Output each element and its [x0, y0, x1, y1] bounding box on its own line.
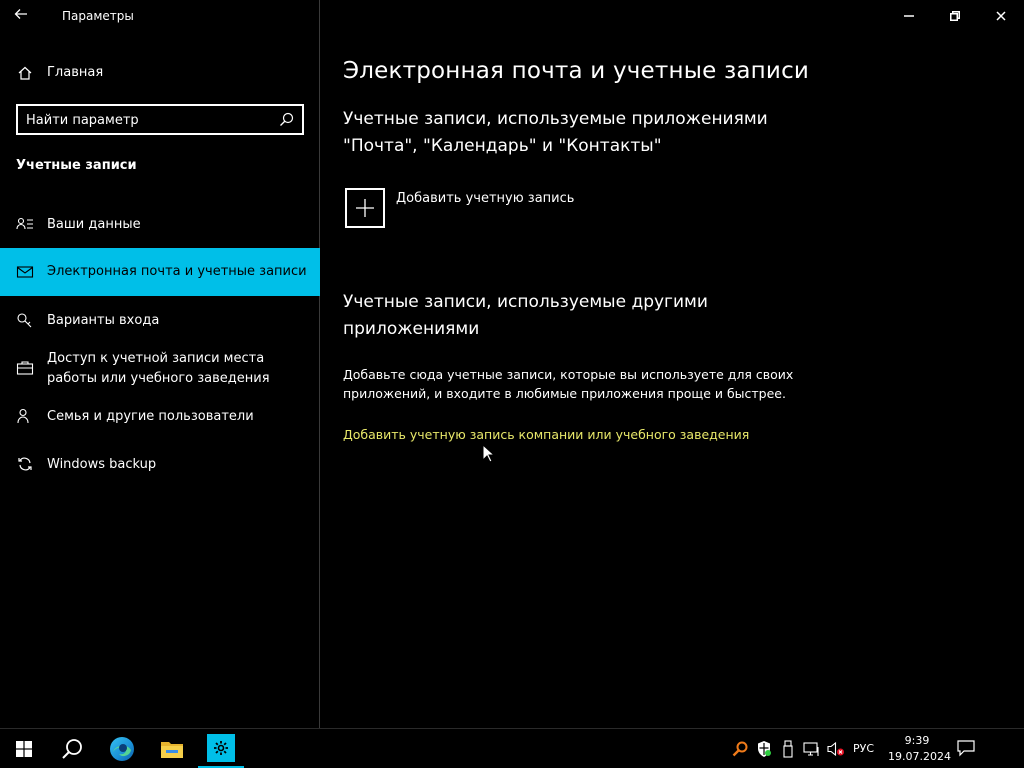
- briefcase-icon: [16, 361, 34, 375]
- search-icon: [62, 739, 82, 759]
- file-explorer-icon: [161, 742, 183, 758]
- search-icon[interactable]: [279, 112, 294, 127]
- clock-time: 9:39: [904, 734, 930, 747]
- close-button[interactable]: [978, 0, 1024, 32]
- home-label: Главная: [47, 65, 104, 80]
- search-tray-icon: [732, 741, 748, 757]
- settings-tile: [207, 733, 235, 762]
- usb-icon: [783, 740, 793, 758]
- clock[interactable]: 9:39 19.07.2024: [888, 733, 951, 765]
- main-content: Электронная почта и учетные записи Учетн…: [321, 0, 1024, 728]
- sidebar-item-label: Доступ к учетной записи места работы или…: [47, 351, 270, 386]
- sidebar-item-windows-backup[interactable]: Windows backup: [0, 452, 320, 478]
- volume-tray-button[interactable]: [826, 739, 846, 759]
- section-other-apps-description: Добавьте сюда учетные записи, которые вы…: [343, 367, 794, 401]
- search-input[interactable]: [26, 110, 276, 130]
- home-icon: [18, 66, 32, 80]
- sidebar-item-label: Варианты входа: [47, 313, 160, 328]
- taskbar-search-button[interactable]: [48, 729, 96, 768]
- sidebar-item-family[interactable]: Семья и другие пользователи: [0, 404, 320, 430]
- close-icon: [996, 11, 1006, 21]
- defender-tray-button[interactable]: [754, 739, 774, 759]
- section-other-apps-title: Учетные записи, используемые другими при…: [343, 292, 708, 339]
- start-icon: [16, 741, 32, 757]
- sidebar-item-label: Ваши данные: [47, 217, 141, 232]
- clock-date: 19.07.2024: [888, 750, 951, 763]
- sync-icon: [18, 457, 32, 471]
- sidebar-item-label: Семья и другие пользователи: [47, 409, 254, 424]
- sidebar-item-work-access[interactable]: Доступ к учетной записи места работы или…: [0, 346, 320, 392]
- sidebar-item-email-accounts[interactable]: Электронная почта и учетные записи: [0, 248, 320, 296]
- mouse-cursor-icon: [482, 444, 494, 463]
- taskbar: РУС 9:39 19.07.2024: [0, 728, 1024, 768]
- edge-icon: [110, 737, 134, 761]
- action-center-button[interactable]: [956, 739, 976, 761]
- taskbar-file-explorer[interactable]: [148, 729, 196, 768]
- notification-icon: [957, 740, 975, 757]
- usb-tray-button[interactable]: [780, 739, 796, 759]
- settings-icon: [214, 740, 228, 755]
- sidebar: Параметры Главная Учетные записи Ваши да…: [0, 0, 320, 728]
- defender-icon: [758, 741, 771, 757]
- restore-icon: [950, 11, 960, 21]
- search-tray-button[interactable]: [730, 739, 750, 759]
- back-arrow-icon: [14, 9, 27, 19]
- start-button[interactable]: [0, 729, 48, 768]
- page-title: Электронная почта и учетные записи: [343, 58, 810, 84]
- minimize-icon: [904, 15, 914, 17]
- add-account-label[interactable]: Добавить учетную запись: [396, 191, 574, 206]
- network-icon: [803, 742, 819, 756]
- volume-muted-icon: [827, 741, 844, 757]
- key-icon: [17, 313, 32, 328]
- taskbar-edge[interactable]: [98, 729, 146, 768]
- window-controls: [886, 0, 1024, 32]
- section-title: Учетные записи: [16, 158, 137, 173]
- sidebar-item-your-info[interactable]: Ваши данные: [0, 212, 320, 238]
- plus-icon: [356, 199, 374, 217]
- network-tray-button[interactable]: [802, 739, 822, 759]
- home-nav-item[interactable]: Главная: [0, 58, 320, 88]
- restore-button[interactable]: [932, 0, 978, 32]
- add-work-account-link[interactable]: Добавить учетную запись компании или уче…: [343, 427, 749, 442]
- sidebar-item-label: Windows backup: [47, 457, 157, 472]
- language-indicator[interactable]: РУС: [853, 742, 874, 755]
- add-account-button[interactable]: [345, 188, 385, 228]
- person-card-icon: [16, 217, 33, 230]
- mail-icon: [16, 266, 34, 278]
- taskbar-settings[interactable]: [198, 729, 244, 768]
- sidebar-item-label: Электронная почта и учетные записи: [47, 264, 307, 279]
- person-add-icon: [17, 408, 29, 424]
- sidebar-item-sign-in-options[interactable]: Варианты входа: [0, 308, 320, 334]
- minimize-button[interactable]: [886, 0, 932, 32]
- app-title: Параметры: [62, 9, 134, 23]
- section-mail-apps-title: Учетные записи, используемые приложениям…: [343, 109, 768, 156]
- search-box[interactable]: [16, 104, 304, 135]
- back-button[interactable]: [14, 6, 34, 26]
